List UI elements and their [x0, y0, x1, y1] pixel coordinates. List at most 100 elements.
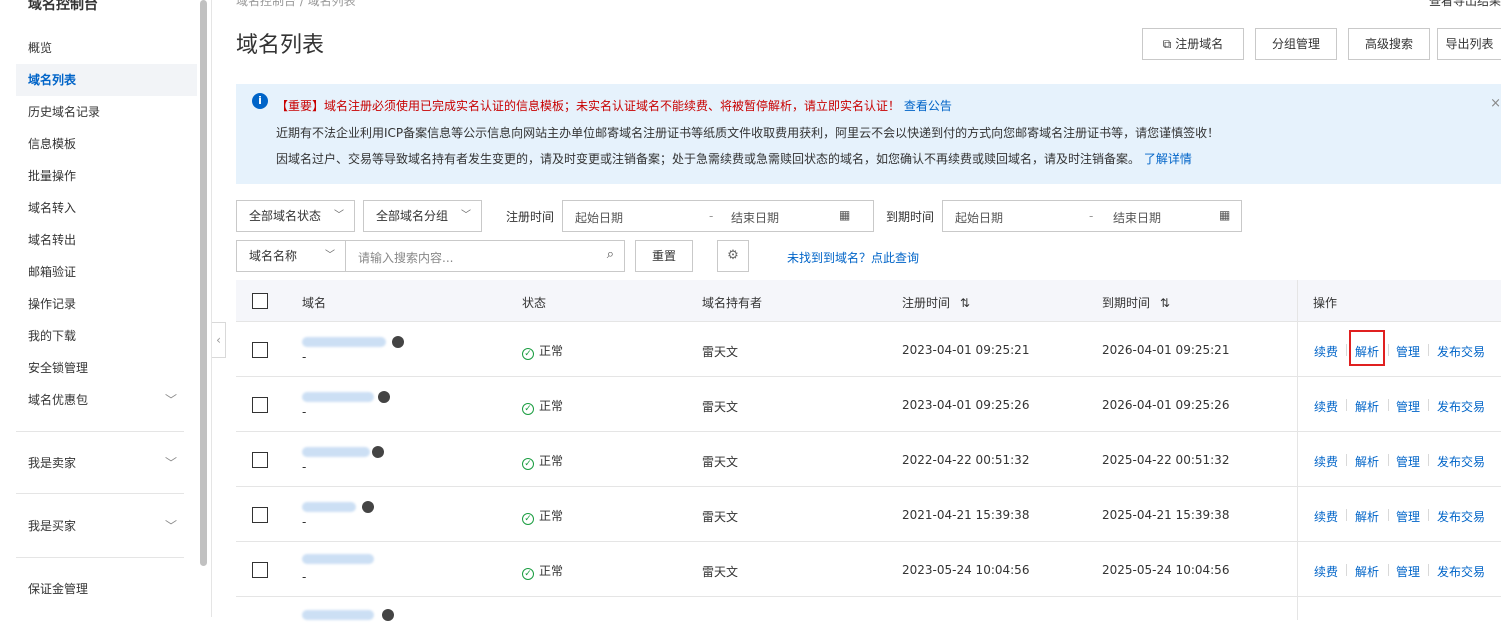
manage-link[interactable]: 管理 — [1396, 563, 1420, 580]
chevron-down-icon: ﹀ — [334, 210, 344, 221]
dns-resolve-link[interactable]: 解析 — [1355, 398, 1379, 415]
notice-banner: i 【重要】域名注册必须使用已完成实名认证的信息模板；未实名认证域名不能续费、将… — [236, 84, 1501, 184]
search-input[interactable]: 请输入搜索内容... ⌕ — [345, 240, 625, 272]
sidebar-item-domain-list[interactable]: 域名列表 — [16, 64, 197, 96]
sidebar-item-transfer-out[interactable]: 域名转出 — [16, 224, 197, 256]
col-exp-time[interactable]: 到期时间 ⇅ — [1102, 294, 1170, 311]
dns-resolve-link[interactable]: 解析 — [1355, 453, 1379, 470]
row-checkbox[interactable] — [252, 507, 268, 523]
row-checkbox[interactable] — [252, 562, 268, 578]
op-divider — [1346, 344, 1347, 356]
sidebar-item-op-log[interactable]: 操作记录 — [16, 288, 197, 320]
renew-link[interactable]: 续费 — [1314, 453, 1338, 470]
dns-resolve-link[interactable]: 解析 — [1355, 563, 1379, 580]
register-domain-button[interactable]: ⧉ 注册域名 — [1142, 28, 1244, 60]
range-separator: - — [1089, 209, 1094, 223]
export-results-link[interactable]: 查看导出结果 — [1429, 0, 1501, 9]
domain-name-redacted[interactable] — [302, 337, 386, 347]
notice-line-3: 因域名过户、交易等导致域名持有者发生变更的，请及时变更或注销备案；处于急需续费或… — [276, 152, 1192, 166]
holder-cell: 雷天文 — [702, 400, 739, 414]
sidebar-item-security-lock[interactable]: 安全锁管理 — [16, 352, 197, 384]
sidebar-item-templates[interactable]: 信息模板 — [16, 128, 197, 160]
row-checkbox[interactable] — [252, 397, 268, 413]
domain-name-redacted[interactable] — [302, 502, 356, 512]
sidebar-scrollbar[interactable] — [200, 0, 207, 566]
end-date-field[interactable]: 结束日期 — [731, 209, 779, 226]
search-icon[interactable]: ⌕ — [607, 247, 614, 262]
publish-trade-link[interactable]: 发布交易 — [1437, 508, 1485, 525]
renew-link[interactable]: 续费 — [1314, 508, 1338, 525]
exp-time-cell: 2025-04-22 00:51:32 — [1102, 453, 1230, 467]
row-checkbox[interactable] — [252, 452, 268, 468]
manage-link[interactable]: 管理 — [1396, 453, 1420, 470]
manage-link[interactable]: 管理 — [1396, 508, 1420, 525]
exp-date-range[interactable]: 起始日期 - 结束日期 ▦ — [942, 200, 1242, 232]
sidebar-divider — [16, 431, 184, 432]
sidebar-item-downloads[interactable]: 我的下载 — [16, 320, 197, 352]
domain-name-redacted[interactable] — [302, 447, 370, 457]
domain-group-select[interactable]: 全部域名分组 ﹀ — [363, 200, 482, 232]
start-date-field[interactable]: 起始日期 — [955, 209, 1003, 226]
settings-gear-icon[interactable]: ⚙ — [717, 240, 749, 272]
close-icon[interactable]: × — [1490, 96, 1501, 111]
renew-link[interactable]: 续费 — [1314, 343, 1338, 360]
sidebar-divider — [16, 493, 184, 494]
dns-resolve-link[interactable]: 解析 — [1355, 508, 1379, 525]
export-list-button[interactable]: 导出列表 — [1437, 28, 1501, 60]
domain-name-redacted[interactable] — [302, 610, 374, 620]
check-circle-icon: ✓ — [522, 568, 534, 580]
view-announcement-link[interactable]: 查看公告 — [904, 99, 952, 113]
sidebar-item-email-verify[interactable]: 邮箱验证 — [16, 256, 197, 288]
sidebar-group-buyer[interactable]: 我是买家 ﹀ — [16, 510, 197, 542]
sidebar-group-seller[interactable]: 我是卖家 ﹀ — [16, 447, 197, 479]
breadcrumb[interactable]: 域名控制台 / 域名列表 — [236, 0, 356, 9]
calendar-icon[interactable]: ▦ — [839, 208, 850, 222]
select-all-checkbox[interactable] — [252, 293, 268, 309]
sort-icon[interactable]: ⇅ — [1160, 296, 1170, 310]
op-divider — [1388, 399, 1389, 411]
reg-date-range[interactable]: 起始日期 - 结束日期 ▦ — [562, 200, 874, 232]
calendar-icon[interactable]: ▦ — [1219, 208, 1230, 222]
end-date-field[interactable]: 结束日期 — [1113, 209, 1161, 226]
sidebar-item-packages[interactable]: 域名优惠包 ﹀ — [16, 384, 197, 416]
reset-button[interactable]: 重置 — [635, 240, 693, 272]
sort-icon[interactable]: ⇅ — [960, 296, 970, 310]
publish-trade-link[interactable]: 发布交易 — [1437, 343, 1485, 360]
publish-trade-link[interactable]: 发布交易 — [1437, 398, 1485, 415]
domain-status-select[interactable]: 全部域名状态 ﹀ — [236, 200, 355, 232]
col-reg-time[interactable]: 注册时间 ⇅ — [902, 294, 970, 311]
manage-link[interactable]: 管理 — [1396, 343, 1420, 360]
sidebar-item-history[interactable]: 历史域名记录 — [16, 96, 197, 128]
sidebar-item-transfer-in[interactable]: 域名转入 — [16, 192, 197, 224]
reg-time-cell: 2023-05-24 10:04:56 — [902, 563, 1030, 577]
renew-link[interactable]: 续费 — [1314, 563, 1338, 580]
not-found-query-link[interactable]: 未找到到域名？点此查询 — [787, 249, 919, 266]
check-circle-icon: ✓ — [522, 458, 534, 470]
search-field-select[interactable]: 域名名称 ﹀ — [236, 240, 346, 272]
sidebar-divider — [16, 557, 184, 558]
manage-link[interactable]: 管理 — [1396, 398, 1420, 415]
status-cell: ✓ 正常 — [522, 397, 563, 415]
status-cell: ✓ 正常 — [522, 342, 563, 360]
domain-sub-text: - — [302, 460, 307, 474]
row-checkbox[interactable] — [252, 342, 268, 358]
status-cell: ✓ 正常 — [522, 452, 563, 470]
op-divider — [1388, 509, 1389, 521]
reg-time-cell: 2023-04-01 09:25:21 — [902, 343, 1030, 357]
advanced-search-button[interactable]: 高级搜索 — [1348, 28, 1430, 60]
holder-cell: 雷天文 — [702, 345, 739, 359]
sidebar-item-batch[interactable]: 批量操作 — [16, 160, 197, 192]
sidebar-item-overview[interactable]: 概览 — [16, 32, 197, 64]
learn-more-link[interactable]: 了解详情 — [1144, 152, 1192, 166]
start-date-field[interactable]: 起始日期 — [575, 209, 623, 226]
renew-link[interactable]: 续费 — [1314, 398, 1338, 415]
exp-time-cell: 2026-04-01 09:25:21 — [1102, 343, 1230, 357]
publish-trade-link[interactable]: 发布交易 — [1437, 563, 1485, 580]
domain-name-redacted[interactable] — [302, 554, 374, 564]
domain-name-redacted[interactable] — [302, 392, 374, 402]
chevron-down-icon: ﹀ — [164, 456, 177, 470]
publish-trade-link[interactable]: 发布交易 — [1437, 453, 1485, 470]
check-circle-icon: ✓ — [522, 403, 534, 415]
group-manage-button[interactable]: 分组管理 — [1255, 28, 1337, 60]
sidebar-item-deposit[interactable]: 保证金管理 — [16, 573, 197, 605]
